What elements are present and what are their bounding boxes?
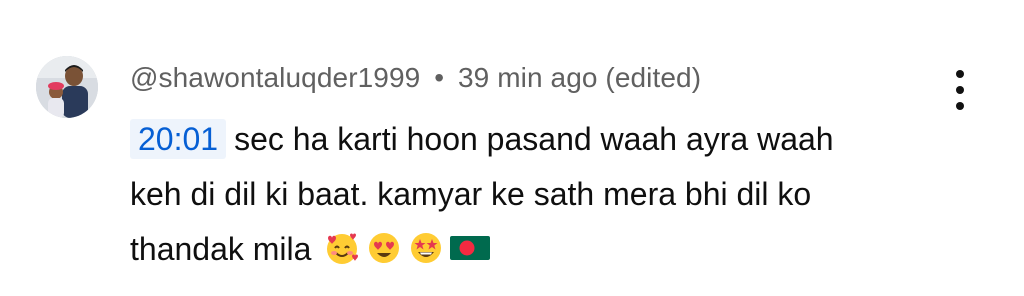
avatar[interactable]: [36, 56, 98, 118]
comment-body: 20:01 sec ha karti hoon pasand waah ayra …: [130, 112, 950, 277]
more-options-button[interactable]: [946, 70, 974, 110]
kebab-dot: [956, 70, 964, 78]
comment-line-1: 20:01 sec ha karti hoon pasand waah ayra …: [130, 112, 950, 167]
emoji-row: [324, 230, 491, 266]
timestamp-link[interactable]: 20:01: [130, 119, 227, 159]
comment-meta: @shawontaluqder1999 • 39 min ago (edited…: [130, 62, 701, 94]
comment-line-3: thandak mila: [130, 222, 950, 277]
heart-eyes-icon: [369, 233, 400, 263]
star-struck-icon: [411, 233, 442, 263]
bangladesh-flag-icon: [450, 236, 491, 260]
kebab-dot: [956, 102, 964, 110]
comment-item: @shawontaluqder1999 • 39 min ago (edited…: [0, 0, 1024, 296]
meta-separator: •: [434, 62, 445, 93]
comment-time: 39 min ago (edited): [458, 62, 702, 93]
avatar-image: [36, 56, 98, 118]
smiling-face-with-hearts-icon: [327, 233, 359, 264]
kebab-dot: [956, 86, 964, 94]
comment-text: thandak mila: [130, 231, 312, 267]
comment-line-2: keh di dil ki baat. kamyar ke sath mera …: [130, 176, 812, 212]
comment-author[interactable]: @shawontaluqder1999: [130, 62, 420, 93]
comment-text: sec ha karti hoon pasand waah ayra waah: [234, 121, 834, 157]
